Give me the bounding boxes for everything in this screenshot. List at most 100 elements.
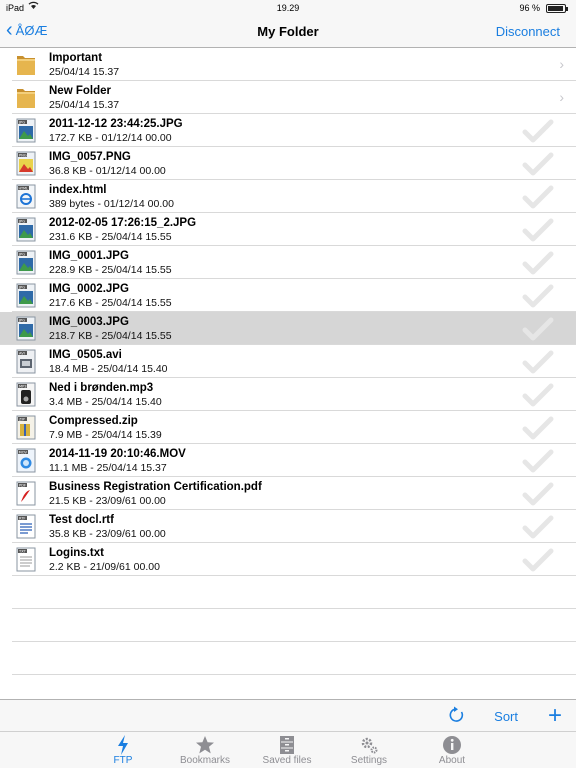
svg-text:MP3: MP3 [19,385,27,389]
checkmark-icon[interactable] [522,416,554,440]
sort-button[interactable]: Sort [494,709,518,724]
file-row[interactable]: JPG IMG_0002.JPG 217.6 KB - 25/04/14 15.55 [12,279,576,312]
svg-text:JPG: JPG [18,253,25,257]
tab-label: About [438,755,466,766]
checkmark-icon[interactable] [522,152,554,176]
file-name: IMG_0001.JPG [49,250,129,262]
checkmark-icon[interactable] [522,449,554,473]
cabinet-icon [252,735,322,755]
file-row[interactable]: ZIP Compressed.zip 7.9 MB - 25/04/14 15.39 [12,411,576,444]
checkmark-icon[interactable] [522,317,554,341]
file-row[interactable]: MOV 2014-11-19 20:10:46.MOV 11.1 MB - 25/0… [12,444,576,477]
svg-text:PDF: PDF [19,484,26,488]
file-name: IMG_0003.JPG [49,316,129,328]
file-row[interactable]: HTML index.html 389 bytes - 01/12/14 00.00 [12,180,576,213]
avi-file-icon: AVI [15,349,37,374]
jpg-file-icon: JPG [15,283,37,308]
svg-text:AVI: AVI [19,352,25,356]
file-name: 2012-02-05 17:26:15_2.JPG [49,217,197,229]
file-meta: 217.6 KB - 25/04/14 15.55 [49,297,172,309]
folder-row[interactable]: Important 25/04/14 15.37 › [12,48,576,81]
svg-text:JPG: JPG [18,319,25,323]
disconnect-button[interactable]: Disconnect [496,24,560,39]
file-row[interactable]: AVI IMG_0505.avi 18.4 MB - 25/04/14 15.40 [12,345,576,378]
png-file-icon: PNG [15,151,37,176]
file-meta: 36.8 KB - 01/12/14 00.00 [49,165,166,177]
svg-text:MOV: MOV [19,451,28,455]
navigation-bar: ‹ ÅØÆ My Folder Disconnect [0,16,576,48]
svg-text:HTML: HTML [19,187,29,191]
file-meta: 18.4 MB - 25/04/14 15.40 [49,363,168,375]
file-list: Important 25/04/14 15.37 › New Folder 25/04/… [0,48,576,708]
file-name: Logins.txt [49,547,104,559]
svg-text:JPG: JPG [18,286,25,290]
page-title: My Folder [257,24,319,39]
checkmark-icon[interactable] [522,515,554,539]
file-meta: 218.7 KB - 25/04/14 15.55 [49,330,172,342]
empty-row [12,576,576,609]
checkmark-icon[interactable] [522,482,554,506]
file-row[interactable]: JPG 2012-02-05 17:26:15_2.JPG 231.6 KB - 2… [12,213,576,246]
checkmark-icon[interactable] [522,350,554,374]
file-name: Test docl.rtf [49,514,114,526]
file-name: IMG_0505.avi [49,349,122,361]
tab-ftp[interactable]: FTP [88,735,158,766]
clock: 19.29 [276,3,300,13]
rtf-file-icon: RTF [15,514,37,539]
tab-settings[interactable]: Settings [334,735,404,766]
file-name: New Folder [49,85,111,97]
mp3-file-icon: MP3 [15,382,37,407]
refresh-icon[interactable] [448,706,466,724]
file-meta: 7.9 MB - 25/04/14 15.39 [49,429,162,441]
file-name: index.html [49,184,107,196]
checkmark-icon[interactable] [522,284,554,308]
folder-row[interactable]: New Folder 25/04/14 15.37 › [12,81,576,114]
file-meta: 228.9 KB - 25/04/14 15.55 [49,264,172,276]
svg-text:ZIP: ZIP [19,418,26,422]
jpg-file-icon: JPG [15,118,37,143]
svg-text:TXT: TXT [18,550,27,554]
tab-bookmarks[interactable]: Bookmarks [170,735,240,766]
file-name: IMG_0057.PNG [49,151,131,163]
svg-text:JPG: JPG [18,220,25,224]
pdf-file-icon: PDF [15,481,37,506]
tab-saved-files[interactable]: Saved files [252,735,322,766]
file-meta: 21.5 KB - 23/09/61 00.00 [49,495,166,507]
gear-icon [334,735,404,755]
file-meta: 35.8 KB - 23/09/61 00.00 [49,528,166,540]
info-icon [417,735,487,755]
add-button[interactable]: + [548,702,562,730]
txt-file-icon: TXT [15,547,37,572]
file-row[interactable]: PDF Business Registration Certification.p… [12,477,576,510]
file-row[interactable]: TXT Logins.txt 2.2 KB - 21/09/61 00.00 [12,543,576,576]
empty-row [12,609,576,642]
checkmark-icon[interactable] [522,218,554,242]
file-name: 2014-11-19 20:10:46.MOV [49,448,186,460]
checkmark-icon[interactable] [522,185,554,209]
battery-icon [546,4,568,13]
file-row[interactable]: PNG IMG_0057.PNG 36.8 KB - 01/12/14 00.00 [12,147,576,180]
jpg-file-icon: JPG [15,217,37,242]
jpg-file-icon: JPG [15,250,37,275]
file-row[interactable]: JPG 2011-12-12 23:44:25.JPG 172.7 KB - 01/… [12,114,576,147]
file-meta: 25/04/14 15.37 [49,66,120,78]
file-meta: 3.4 MB - 25/04/14 15.40 [49,396,162,408]
checkmark-icon[interactable] [522,119,554,143]
battery-percent: 96 % [519,3,540,13]
file-meta: 11.1 MB - 25/04/14 15.37 [49,462,167,474]
checkmark-icon[interactable] [522,383,554,407]
file-row[interactable]: MP3 Ned i brønden.mp3 3.4 MB - 25/04/14 15… [12,378,576,411]
file-row[interactable]: JPG IMG_0001.JPG 228.9 KB - 25/04/14 15.55 [12,246,576,279]
svg-text:JPG: JPG [18,121,25,125]
checkmark-icon[interactable] [522,251,554,275]
checkmark-icon[interactable] [522,548,554,572]
file-meta: 389 bytes - 01/12/14 00.00 [49,198,174,210]
tab-about[interactable]: About [417,735,487,766]
file-meta: 25/04/14 15.37 [49,99,120,111]
file-name: Important [49,52,103,64]
chevron-right-icon: › [559,56,564,72]
file-row[interactable]: RTF Test docl.rtf 35.8 KB - 23/09/61 00.00 [12,510,576,543]
svg-text:RTF: RTF [19,517,26,521]
file-row[interactable]: JPG IMG_0003.JPG 218.7 KB - 25/04/14 15.55 [0,312,576,345]
status-bar: iPad 19.29 96 % [0,0,576,16]
